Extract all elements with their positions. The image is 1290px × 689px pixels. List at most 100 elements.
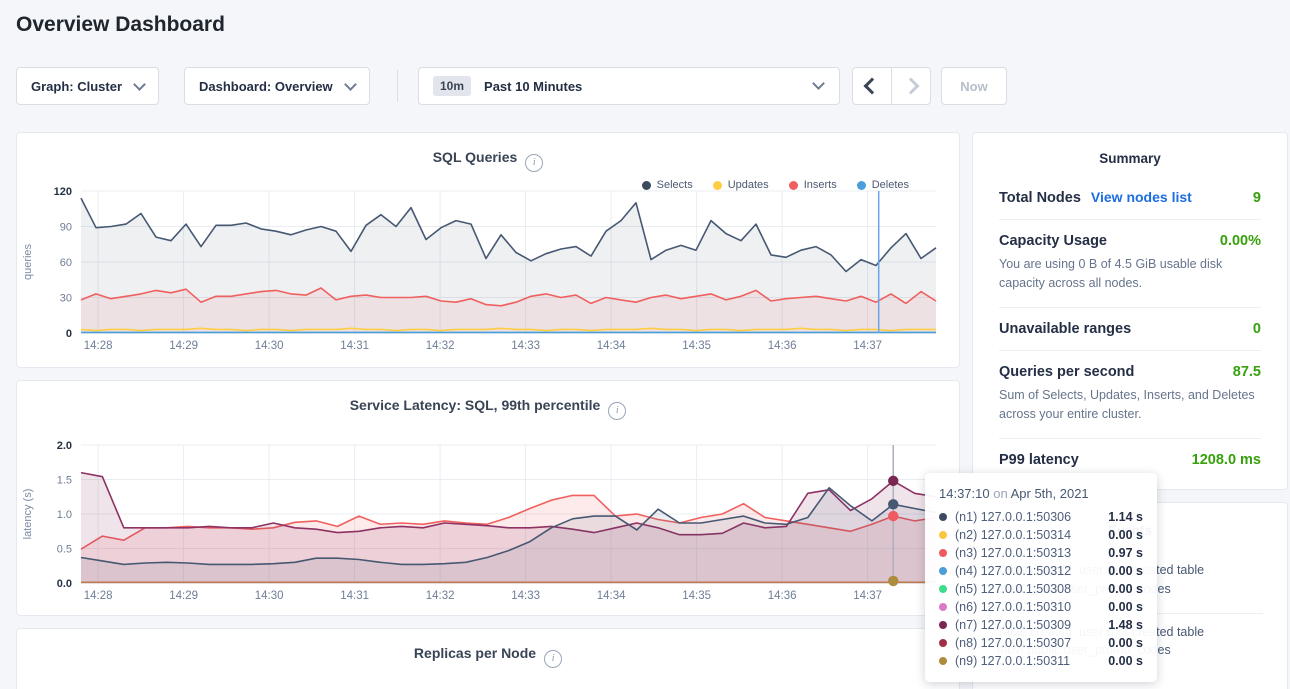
node-color-dot-icon bbox=[939, 531, 947, 539]
service-latency-chart[interactable]: 14:28 14:29 14:30 14:31 14:32 14:33 14:34 14:35… bbox=[17, 437, 961, 605]
svg-text:14:28: 14:28 bbox=[84, 340, 113, 352]
chevron-left-icon bbox=[864, 78, 881, 95]
time-step-buttons bbox=[852, 67, 931, 105]
tooltip-timestamp: 14:37:10 on Apr 5th, 2021 bbox=[939, 486, 1143, 501]
summary-title: Summary bbox=[999, 151, 1261, 166]
overview-dashboard-page: Overview Dashboard Graph: Cluster Dashbo… bbox=[0, 0, 1290, 689]
svg-text:queries: queries bbox=[22, 243, 34, 280]
time-back-button[interactable] bbox=[853, 68, 891, 104]
node-color-dot-icon bbox=[939, 657, 947, 665]
summary-capacity-usage: Capacity Usage 0.00% You are using 0 B o… bbox=[999, 219, 1261, 307]
service-latency-panel: Service Latency: SQL, 99th percentilei 1… bbox=[16, 380, 960, 616]
sql-queries-chart[interactable]: 14:28 14:29 14:30 14:31 14:32 14:33 14:34 14:35… bbox=[17, 183, 961, 355]
controls-divider bbox=[397, 70, 398, 102]
summary-card: Summary Total Nodes View nodes list 9 Ca… bbox=[972, 132, 1288, 490]
info-icon[interactable]: i bbox=[544, 650, 562, 668]
node-color-dot-icon bbox=[939, 621, 947, 629]
total-nodes-value: 9 bbox=[1253, 190, 1261, 206]
chevron-down-icon bbox=[812, 77, 825, 90]
dashboard-dropdown-label: Dashboard: Overview bbox=[199, 79, 333, 94]
sql-queries-panel: SQL Queriesi Selects Updates Inserts Del… bbox=[16, 132, 960, 368]
svg-text:1.0: 1.0 bbox=[57, 509, 72, 521]
summary-total-nodes: Total Nodes View nodes list 9 bbox=[999, 176, 1261, 219]
svg-text:14:33: 14:33 bbox=[511, 340, 540, 352]
chevron-down-icon bbox=[344, 78, 357, 91]
svg-text:14:30: 14:30 bbox=[255, 590, 284, 602]
node-color-dot-icon bbox=[939, 603, 947, 611]
svg-text:0.5: 0.5 bbox=[57, 544, 72, 556]
qps-value: 87.5 bbox=[1233, 364, 1261, 380]
replicas-per-node-panel: Replicas per Nodei bbox=[16, 628, 960, 689]
tooltip-node-row: (n1) 127.0.0.1:503061.14 s bbox=[939, 508, 1143, 526]
svg-text:14:32: 14:32 bbox=[426, 340, 455, 352]
svg-text:14:33: 14:33 bbox=[511, 590, 540, 602]
p99-latency-label: P99 latency bbox=[999, 452, 1079, 468]
view-nodes-list-link[interactable]: View nodes list bbox=[1091, 189, 1192, 205]
svg-text:14:31: 14:31 bbox=[340, 340, 369, 352]
unavailable-ranges-label: Unavailable ranges bbox=[999, 321, 1131, 337]
tooltip-node-row: (n8) 127.0.0.1:503070.00 s bbox=[939, 634, 1143, 652]
svg-text:14:37: 14:37 bbox=[853, 340, 882, 352]
svg-text:0.0: 0.0 bbox=[57, 578, 72, 590]
svg-text:120: 120 bbox=[54, 186, 72, 198]
svg-text:14:31: 14:31 bbox=[340, 590, 369, 602]
time-range-dropdown[interactable]: 10m Past 10 Minutes bbox=[418, 67, 840, 105]
graph-dropdown[interactable]: Graph: Cluster bbox=[16, 67, 159, 105]
svg-text:14:36: 14:36 bbox=[768, 590, 797, 602]
tooltip-node-row: (n7) 127.0.0.1:503091.48 s bbox=[939, 616, 1143, 634]
chevron-down-icon bbox=[133, 78, 146, 91]
info-icon[interactable]: i bbox=[525, 154, 543, 172]
svg-text:0: 0 bbox=[66, 328, 72, 340]
replicas-per-node-title: Replicas per Nodei bbox=[17, 645, 959, 668]
svg-text:14:30: 14:30 bbox=[255, 340, 284, 352]
svg-text:14:35: 14:35 bbox=[682, 340, 711, 352]
node-color-dot-icon bbox=[939, 513, 947, 521]
svg-text:1.5: 1.5 bbox=[57, 475, 72, 487]
svg-text:14:29: 14:29 bbox=[169, 340, 198, 352]
chart-hover-tooltip: 14:37:10 on Apr 5th, 2021 (n1) 127.0.0.1… bbox=[925, 473, 1157, 682]
time-forward-button[interactable] bbox=[891, 68, 930, 104]
total-nodes-label: Total Nodes bbox=[999, 190, 1081, 206]
tooltip-node-row: (n4) 127.0.0.1:503120.00 s bbox=[939, 562, 1143, 580]
now-button[interactable]: Now bbox=[941, 67, 1007, 105]
svg-text:90: 90 bbox=[60, 222, 72, 234]
node-color-dot-icon bbox=[939, 585, 947, 593]
svg-text:14:32: 14:32 bbox=[426, 590, 455, 602]
service-latency-title: Service Latency: SQL, 99th percentilei bbox=[17, 397, 959, 420]
svg-text:14:34: 14:34 bbox=[597, 340, 626, 352]
tooltip-node-row: (n3) 127.0.0.1:503130.97 s bbox=[939, 544, 1143, 562]
svg-text:60: 60 bbox=[60, 257, 72, 269]
summary-qps: Queries per second 87.5 Sum of Selects, … bbox=[999, 350, 1261, 438]
time-range-badge: 10m bbox=[433, 76, 471, 96]
svg-text:14:37: 14:37 bbox=[853, 590, 882, 602]
summary-unavailable-ranges: Unavailable ranges 0 bbox=[999, 307, 1261, 350]
time-range-label: Past 10 Minutes bbox=[484, 79, 582, 94]
svg-text:14:28: 14:28 bbox=[84, 590, 113, 602]
dashboard-dropdown[interactable]: Dashboard: Overview bbox=[184, 67, 370, 105]
node-color-dot-icon bbox=[939, 567, 947, 575]
svg-text:latency (s): latency (s) bbox=[22, 489, 34, 540]
svg-text:14:34: 14:34 bbox=[597, 590, 626, 602]
node-color-dot-icon bbox=[939, 549, 947, 557]
tooltip-node-row: (n6) 127.0.0.1:503100.00 s bbox=[939, 598, 1143, 616]
unavailable-ranges-value: 0 bbox=[1253, 321, 1261, 337]
info-icon[interactable]: i bbox=[608, 402, 626, 420]
node-color-dot-icon bbox=[939, 639, 947, 647]
qps-desc: Sum of Selects, Updates, Inserts, and De… bbox=[999, 386, 1261, 425]
capacity-usage-desc: You are using 0 B of 4.5 GiB usable disk… bbox=[999, 255, 1261, 294]
chevron-right-icon bbox=[903, 78, 920, 95]
svg-text:14:36: 14:36 bbox=[768, 340, 797, 352]
p99-latency-value: 1208.0 ms bbox=[1192, 452, 1261, 468]
svg-text:14:35: 14:35 bbox=[682, 590, 711, 602]
tooltip-node-row: (n2) 127.0.0.1:503140.00 s bbox=[939, 526, 1143, 544]
svg-text:30: 30 bbox=[60, 293, 72, 305]
capacity-usage-label: Capacity Usage bbox=[999, 233, 1107, 249]
svg-text:14:29: 14:29 bbox=[169, 590, 198, 602]
graph-dropdown-label: Graph: Cluster bbox=[31, 79, 122, 94]
capacity-usage-value: 0.00% bbox=[1220, 233, 1261, 249]
svg-text:2.0: 2.0 bbox=[57, 440, 72, 452]
sql-queries-title: SQL Queriesi bbox=[17, 149, 959, 172]
qps-label: Queries per second bbox=[999, 364, 1134, 380]
tooltip-node-row: (n9) 127.0.0.1:503110.00 s bbox=[939, 652, 1143, 670]
page-title: Overview Dashboard bbox=[16, 13, 225, 37]
